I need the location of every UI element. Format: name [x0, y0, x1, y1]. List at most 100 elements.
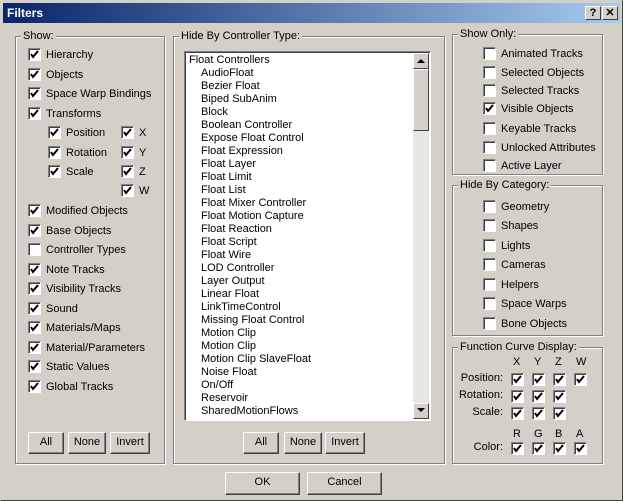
list-item[interactable]: Float Layer — [187, 158, 414, 171]
show-only-visible-objects-checkbox[interactable]: Visible Objects — [483, 102, 574, 115]
curve-position-w-checkbox[interactable] — [574, 373, 587, 386]
scroll-down-button[interactable] — [413, 403, 429, 419]
show-visibility-tracks-checkbox-box[interactable] — [28, 282, 41, 295]
show-none-button[interactable]: None — [68, 432, 106, 454]
show-materials-maps-checkbox[interactable]: Materials/Maps — [28, 321, 121, 334]
hide-helpers-checkbox[interactable]: Helpers — [483, 278, 539, 291]
show-objects-checkbox-box[interactable] — [28, 68, 41, 81]
ok-button[interactable]: OK — [225, 472, 300, 495]
curve-scale-y-checkbox[interactable] — [532, 407, 545, 420]
show-controller-types-checkbox-box[interactable] — [28, 243, 41, 256]
transform-scale-checkbox[interactable]: Scale — [48, 165, 94, 178]
list-item[interactable]: Float Limit — [187, 171, 414, 184]
list-category-header[interactable]: Float Controllers — [187, 54, 414, 67]
curve-position-y-checkbox-box[interactable] — [532, 373, 545, 386]
list-item[interactable]: SharedMotionFlows — [187, 405, 414, 418]
show-visibility-tracks-checkbox[interactable]: Visibility Tracks — [28, 282, 121, 295]
list-item[interactable]: Boolean Controller — [187, 119, 414, 132]
close-button[interactable]: ✕ — [602, 6, 618, 20]
list-item[interactable]: Linear Float — [187, 288, 414, 301]
controller-all-button[interactable]: All — [243, 432, 279, 454]
controller-none-button[interactable]: None — [284, 432, 322, 454]
show-only-unlocked-attributes-checkbox-box[interactable] — [483, 141, 496, 154]
curve-position-x-checkbox-box[interactable] — [511, 373, 524, 386]
axis-w-checkbox[interactable]: W — [121, 184, 149, 197]
color-g-checkbox[interactable] — [532, 442, 545, 455]
show-only-selected-objects-checkbox-box[interactable] — [483, 66, 496, 79]
show-hierarchy-checkbox[interactable]: Hierarchy — [28, 48, 93, 61]
help-button[interactable]: ? — [585, 6, 601, 20]
show-only-selected-tracks-checkbox[interactable]: Selected Tracks — [483, 84, 579, 97]
list-item[interactable]: Float Expression — [187, 145, 414, 158]
list-item[interactable]: On/Off — [187, 379, 414, 392]
show-modified-objects-checkbox[interactable]: Modified Objects — [28, 204, 128, 217]
show-note-tracks-checkbox-box[interactable] — [28, 263, 41, 276]
list-item[interactable]: Float Mixer Controller — [187, 197, 414, 210]
list-item[interactable]: Biped SubAnim — [187, 93, 414, 106]
curve-rotation-z-checkbox-box[interactable] — [553, 390, 566, 403]
list-item[interactable]: Motion Clip SlaveFloat — [187, 353, 414, 366]
hide-geometry-checkbox[interactable]: Geometry — [483, 200, 549, 213]
show-only-unlocked-attributes-checkbox[interactable]: Unlocked Attributes — [483, 141, 596, 154]
curve-scale-x-checkbox-box[interactable] — [511, 407, 524, 420]
list-item[interactable]: Float Wire — [187, 249, 414, 262]
show-only-keyable-tracks-checkbox[interactable]: Keyable Tracks — [483, 122, 576, 135]
show-modified-objects-checkbox-box[interactable] — [28, 204, 41, 217]
hide-lights-checkbox[interactable]: Lights — [483, 239, 530, 252]
color-b-checkbox-box[interactable] — [553, 442, 566, 455]
list-item[interactable]: Motion Clip — [187, 327, 414, 340]
transform-position-checkbox-box[interactable] — [48, 126, 61, 139]
controller-type-list[interactable]: Float Controllers AudioFloat Bezier Float B… — [184, 51, 431, 421]
color-r-checkbox-box[interactable] — [511, 442, 524, 455]
controller-invert-button[interactable]: Invert — [325, 432, 365, 454]
show-only-selected-tracks-checkbox-box[interactable] — [483, 84, 496, 97]
show-sound-checkbox[interactable]: Sound — [28, 302, 78, 315]
curve-scale-z-checkbox-box[interactable] — [553, 407, 566, 420]
axis-x-checkbox-box[interactable] — [121, 126, 134, 139]
list-item[interactable]: Bezier Float — [187, 80, 414, 93]
axis-x-checkbox[interactable]: X — [121, 126, 146, 139]
curve-rotation-x-checkbox-box[interactable] — [511, 390, 524, 403]
show-objects-checkbox[interactable]: Objects — [28, 68, 83, 81]
show-transforms-checkbox[interactable]: Transforms — [28, 107, 101, 120]
curve-position-z-checkbox-box[interactable] — [553, 373, 566, 386]
axis-y-checkbox[interactable]: Y — [121, 146, 146, 159]
hide-cameras-checkbox-box[interactable] — [483, 258, 496, 271]
hide-space-warps-checkbox-box[interactable] — [483, 297, 496, 310]
title-bar[interactable]: Filters ? ✕ — [3, 3, 620, 23]
curve-position-y-checkbox[interactable] — [532, 373, 545, 386]
color-a-checkbox[interactable] — [574, 442, 587, 455]
show-only-active-layer-checkbox-box[interactable] — [483, 159, 496, 172]
curve-scale-y-checkbox-box[interactable] — [532, 407, 545, 420]
transform-position-checkbox[interactable]: Position — [48, 126, 105, 139]
show-global-tracks-checkbox[interactable]: Global Tracks — [28, 380, 113, 393]
list-item[interactable]: Expose Float Control — [187, 132, 414, 145]
show-transforms-checkbox-box[interactable] — [28, 107, 41, 120]
curve-rotation-y-checkbox-box[interactable] — [532, 390, 545, 403]
list-scrollbar[interactable] — [413, 53, 429, 419]
curve-position-x-checkbox[interactable] — [511, 373, 524, 386]
hide-shapes-checkbox-box[interactable] — [483, 219, 496, 232]
show-base-objects-checkbox[interactable]: Base Objects — [28, 224, 111, 237]
scroll-thumb[interactable] — [413, 69, 429, 131]
hide-cameras-checkbox[interactable]: Cameras — [483, 258, 546, 271]
hide-bone-objects-checkbox[interactable]: Bone Objects — [483, 317, 567, 330]
show-only-animated-tracks-checkbox[interactable]: Animated Tracks — [483, 47, 583, 60]
curve-position-w-checkbox-box[interactable] — [574, 373, 587, 386]
show-static-values-checkbox[interactable]: Static Values — [28, 360, 109, 373]
list-item[interactable]: Block — [187, 106, 414, 119]
list-item[interactable]: Motion Clip — [187, 340, 414, 353]
hide-space-warps-checkbox[interactable]: Space Warps — [483, 297, 567, 310]
color-b-checkbox[interactable] — [553, 442, 566, 455]
list-item[interactable]: LinkTimeControl — [187, 301, 414, 314]
list-item[interactable]: Reservoir — [187, 392, 414, 405]
show-note-tracks-checkbox[interactable]: Note Tracks — [28, 263, 105, 276]
curve-rotation-x-checkbox[interactable] — [511, 390, 524, 403]
show-material-parameters-checkbox[interactable]: Material/Parameters — [28, 341, 145, 354]
scroll-up-button[interactable] — [413, 53, 429, 69]
axis-y-checkbox-box[interactable] — [121, 146, 134, 159]
axis-z-checkbox[interactable]: Z — [121, 165, 146, 178]
color-a-checkbox-box[interactable] — [574, 442, 587, 455]
show-static-values-checkbox-box[interactable] — [28, 360, 41, 373]
color-g-checkbox-box[interactable] — [532, 442, 545, 455]
